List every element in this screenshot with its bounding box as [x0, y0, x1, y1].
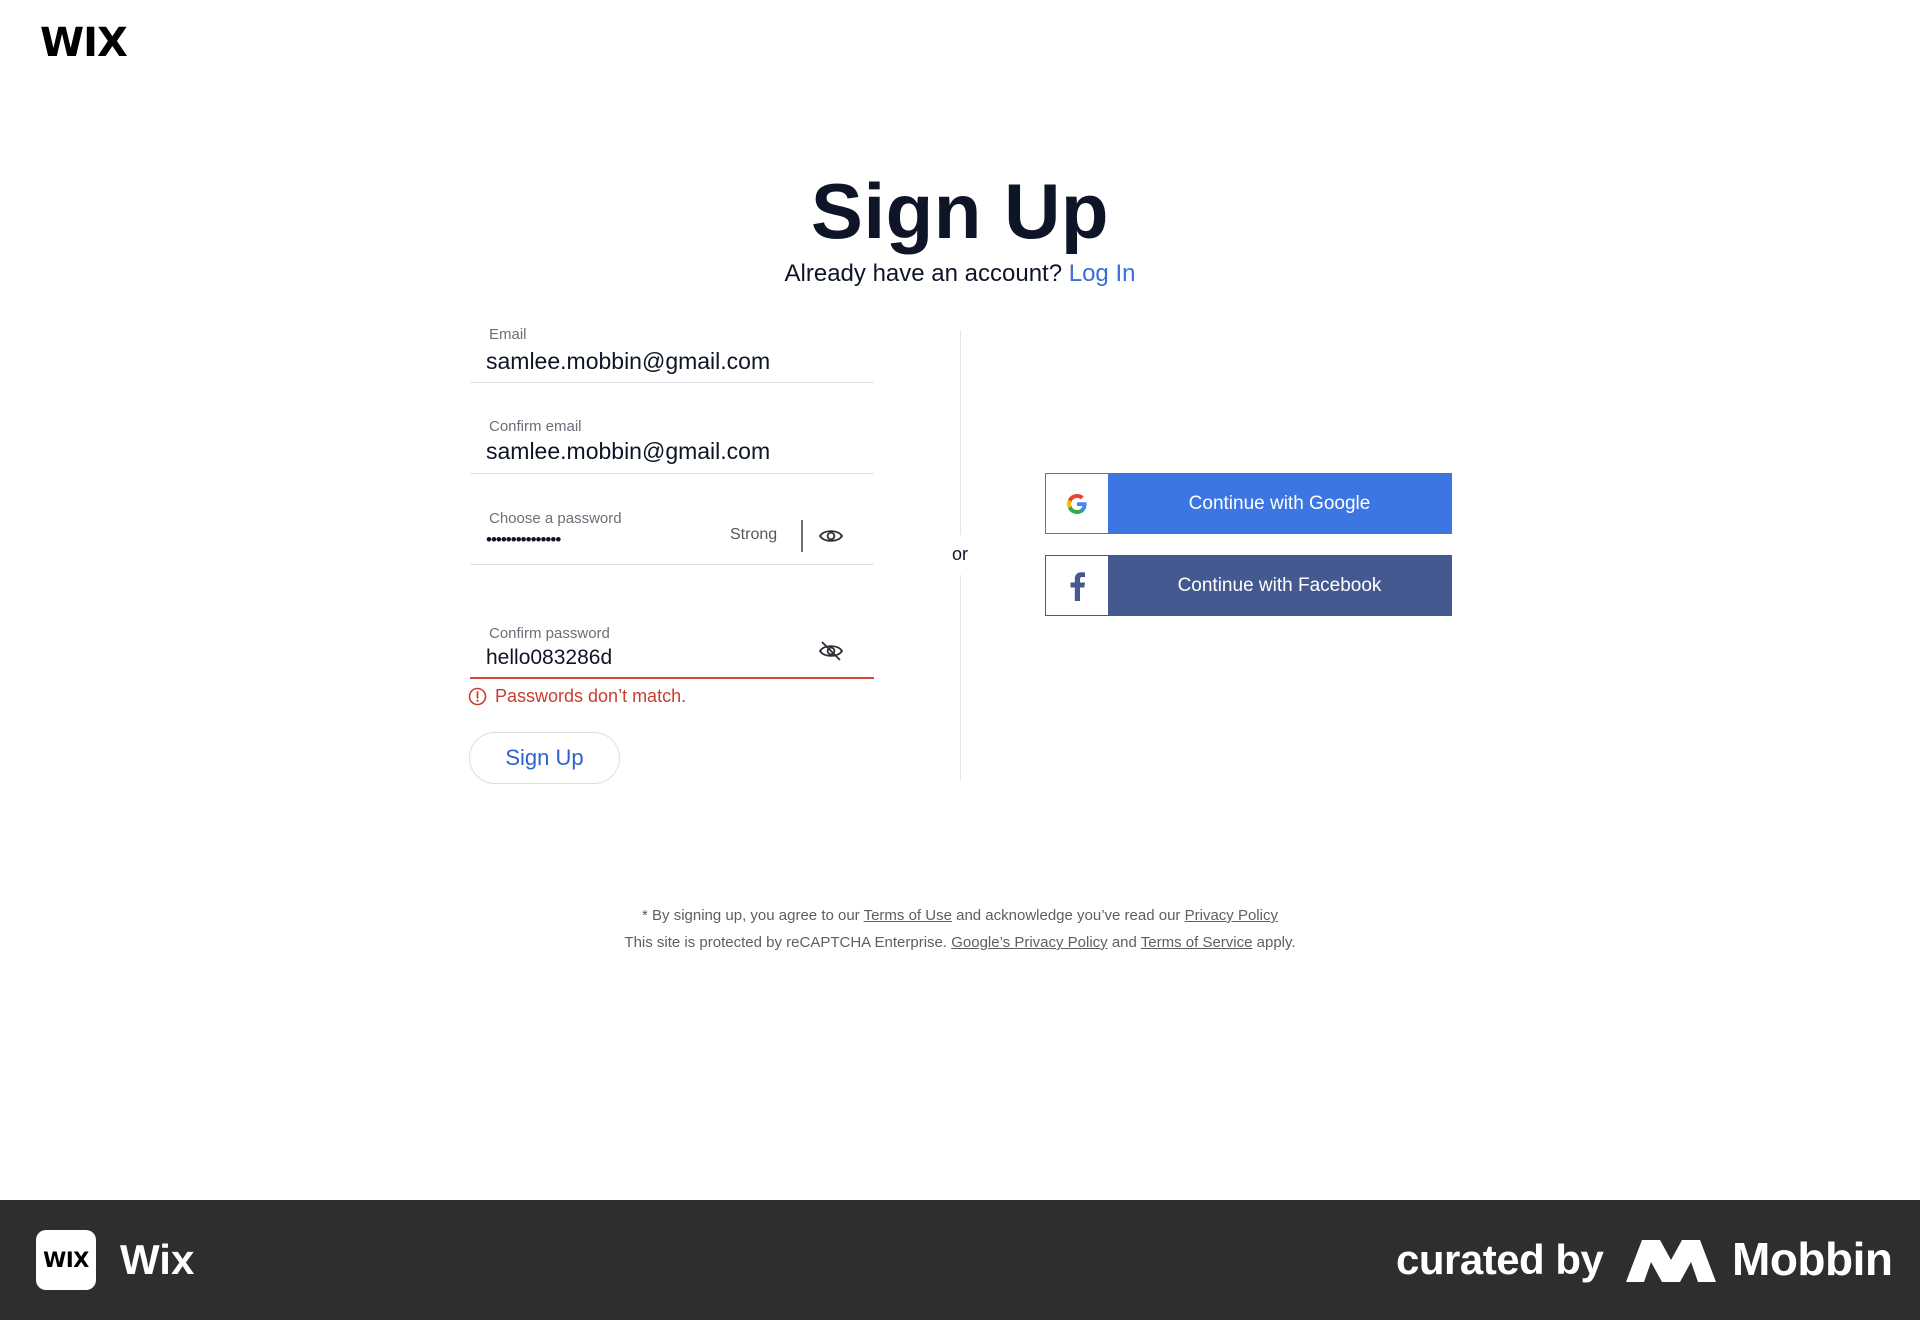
facebook-icon [1070, 571, 1085, 601]
mobbin-wordmark: Mobbin [1732, 1233, 1893, 1285]
password-value[interactable]: ••••••••••••••• [486, 530, 561, 550]
terms-of-use-link[interactable]: Terms of Use [864, 907, 952, 924]
wix-logo[interactable]: WIX [40, 20, 128, 66]
confirm-password-value[interactable]: hello083286d [486, 646, 612, 670]
continue-with-google-button[interactable]: Continue with Google [1045, 473, 1452, 534]
terms-prefix: * By signing up, you agree to our [642, 907, 860, 924]
error-text: Passwords don’t match. [495, 686, 687, 706]
google-privacy-policy-link[interactable]: Google’s Privacy Policy [951, 934, 1107, 951]
vertical-divider-top [960, 330, 961, 535]
login-prompt-text: Already have an account? [784, 260, 1063, 287]
facebook-icon-box [1046, 556, 1108, 615]
password-label: Choose a password [489, 510, 622, 527]
email-label: Email [489, 326, 527, 343]
signup-page: WIX Sign Up Already have an account? Log… [0, 0, 1920, 1320]
password-mismatch-error: Passwords don’t match. [468, 686, 686, 707]
hide-password-icon[interactable] [818, 638, 844, 664]
email-value[interactable]: samlee.mobbin@gmail.com [486, 348, 770, 375]
confirm-password-field[interactable]: Confirm password hello083286d [470, 624, 874, 679]
or-separator: or [951, 544, 968, 564]
recaptcha-suffix: apply. [1256, 934, 1296, 951]
continue-with-facebook-button[interactable]: Continue with Facebook [1045, 555, 1452, 616]
app-name: Wix [120, 1236, 195, 1283]
privacy-policy-link[interactable]: Privacy Policy [1185, 907, 1278, 924]
mobbin-footer: WIX Wix curated by Mobbin [0, 1200, 1920, 1320]
password-field[interactable]: Choose a password ••••••••••••••• [470, 510, 874, 565]
google-icon-box [1046, 474, 1108, 533]
recaptcha-prefix: This site is protected by reCAPTCHA Ente… [624, 934, 948, 951]
wix-app-icon: WIX [36, 1230, 96, 1290]
sign-up-button[interactable]: Sign Up [469, 732, 620, 784]
google-button-label: Continue with Google [1108, 474, 1451, 533]
terms-of-service-link[interactable]: Terms of Service [1141, 934, 1253, 951]
recaptcha-notice: This site is protected by reCAPTCHA Ente… [0, 934, 1920, 951]
strength-divider [801, 520, 803, 552]
facebook-button-label: Continue with Facebook [1108, 556, 1451, 615]
confirm-password-label: Confirm password [489, 625, 610, 642]
mobbin-logo-icon [1626, 1240, 1716, 1282]
confirm-email-label: Confirm email [489, 418, 582, 435]
terms-middle: and acknowledge you’ve read our [956, 907, 1181, 924]
page-title: Sign Up [810, 167, 1110, 255]
google-icon [1067, 493, 1087, 514]
email-field[interactable]: Email samlee.mobbin@gmail.com [470, 326, 874, 383]
login-prompt: Already have an account? Log In [0, 260, 1920, 288]
error-icon [468, 687, 487, 706]
confirm-email-field[interactable]: Confirm email samlee.mobbin@gmail.com [470, 418, 874, 474]
show-password-icon[interactable] [818, 523, 844, 549]
curated-by-text: curated by [1396, 1236, 1604, 1283]
confirm-email-value[interactable]: samlee.mobbin@gmail.com [486, 438, 770, 465]
login-link[interactable]: Log In [1069, 260, 1136, 287]
recaptcha-and: and [1111, 934, 1137, 951]
password-strength: Strong [730, 526, 778, 543]
terms-notice: * By signing up, you agree to our Terms … [0, 907, 1920, 924]
vertical-divider-bottom [960, 575, 961, 780]
